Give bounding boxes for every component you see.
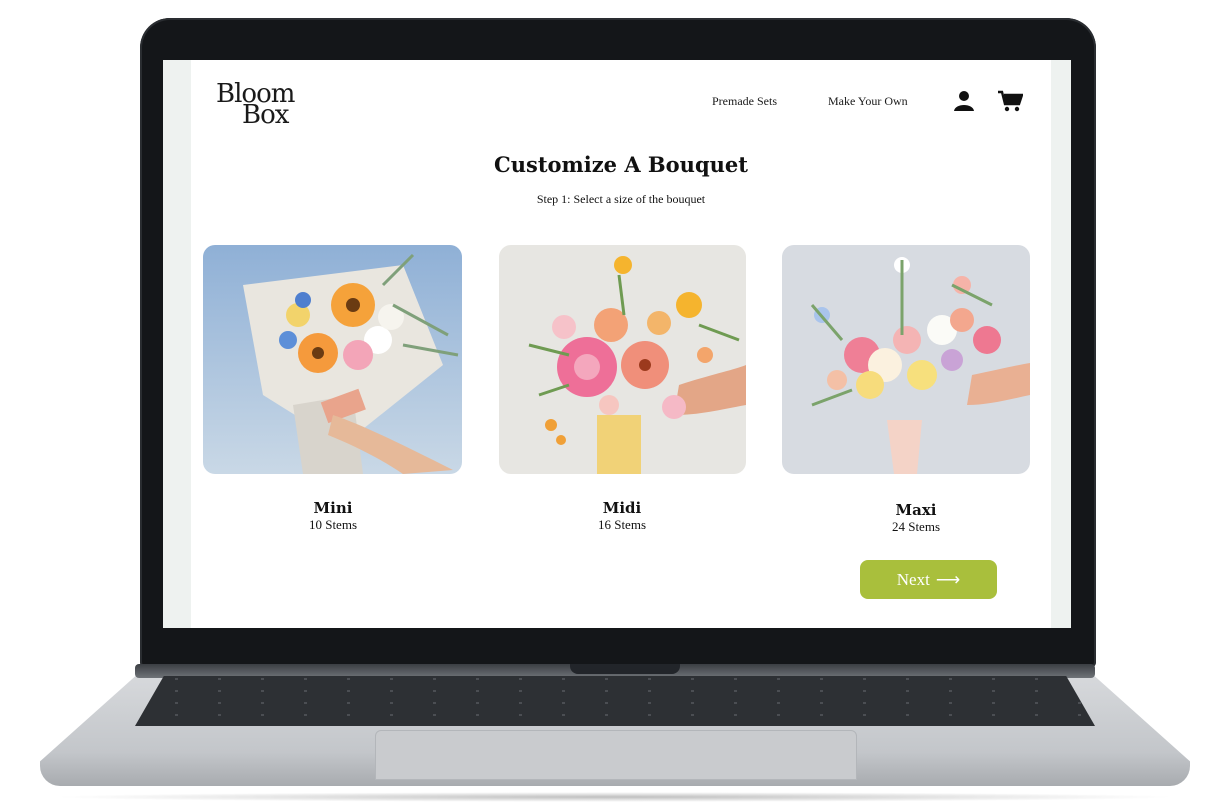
nav-premade-sets[interactable]: Premade Sets xyxy=(712,94,777,109)
next-button-label: Next xyxy=(896,569,930,589)
bouquet-card-mini[interactable] xyxy=(203,245,462,474)
laptop-screen: Bloom Box Premade Sets Make Your Own Cus… xyxy=(163,60,1071,628)
mini-bouquet-image xyxy=(203,245,462,474)
bouquet-stems-mini: 10 Stems xyxy=(308,517,358,532)
laptop-trackpad xyxy=(375,730,857,780)
nav-make-your-own[interactable]: Make Your Own xyxy=(828,94,908,109)
bouquet-card-midi[interactable] xyxy=(499,245,746,474)
bouquet-stems-midi: 16 Stems xyxy=(597,517,647,532)
laptop-base xyxy=(40,664,1190,794)
maxi-bouquet-image xyxy=(782,245,1030,474)
cart-icon[interactable] xyxy=(997,90,1024,116)
bloom-box-logo[interactable]: Bloom Box xyxy=(216,81,326,128)
bouquet-name-midi: Midi xyxy=(602,499,642,517)
laptop-notch xyxy=(570,664,680,674)
next-button[interactable]: Next ⟶ xyxy=(860,560,997,599)
page-title: Customize A Bouquet xyxy=(494,152,748,177)
bouquet-card-maxi[interactable] xyxy=(782,245,1030,474)
bouquet-stems-maxi: 24 Stems xyxy=(891,519,941,534)
laptop-keyboard xyxy=(135,676,1095,726)
midi-bouquet-image xyxy=(499,245,746,474)
web-page: Bloom Box Premade Sets Make Your Own Cus… xyxy=(191,60,1051,628)
bouquet-name-maxi: Maxi xyxy=(895,501,937,519)
step-instruction: Step 1: Select a size of the bouquet xyxy=(536,192,706,206)
user-icon[interactable] xyxy=(953,90,975,116)
bouquet-name-mini: Mini xyxy=(313,499,353,517)
arrow-right-icon: ⟶ xyxy=(935,569,961,589)
